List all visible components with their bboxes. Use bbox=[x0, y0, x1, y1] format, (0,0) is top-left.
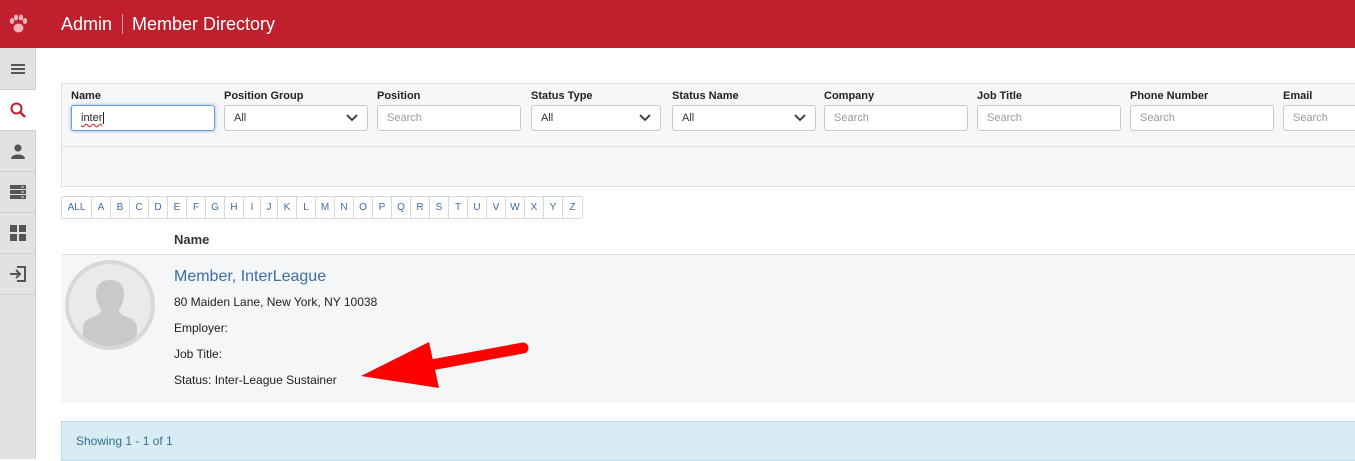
header-section[interactable]: Admin bbox=[61, 14, 112, 35]
letter-w[interactable]: W bbox=[506, 197, 525, 218]
position-label: Position bbox=[377, 90, 421, 102]
filter-job-title: Job Title Search bbox=[977, 90, 1121, 131]
company-input[interactable]: Search bbox=[824, 105, 968, 131]
member-status: Status: Inter-League Sustainer bbox=[174, 373, 337, 387]
position-group-select[interactable]: All bbox=[224, 105, 368, 131]
position-placeholder: Search bbox=[387, 112, 422, 124]
letter-h[interactable]: H bbox=[225, 197, 244, 218]
status-type-value: All bbox=[541, 112, 554, 124]
letter-k[interactable]: K bbox=[278, 197, 297, 218]
paw-logo-icon[interactable] bbox=[0, 0, 36, 48]
status-name-label: Status Name bbox=[672, 90, 739, 102]
letter-d[interactable]: D bbox=[149, 197, 168, 218]
sign-in-icon bbox=[10, 266, 26, 282]
top-header: Admin Member Directory bbox=[0, 0, 1355, 48]
search-icon bbox=[10, 102, 26, 118]
letter-p[interactable]: P bbox=[373, 197, 392, 218]
letter-e[interactable]: E bbox=[168, 197, 187, 218]
menu-icon bbox=[11, 63, 25, 74]
sidebar bbox=[0, 48, 36, 459]
name-input-value: inter bbox=[81, 112, 103, 124]
sidebar-item-dashboard[interactable] bbox=[0, 213, 36, 254]
avatar bbox=[65, 260, 155, 350]
job-title-label: Job Title bbox=[977, 90, 1023, 102]
member-name-link[interactable]: Member, InterLeague bbox=[174, 268, 326, 286]
letter-l[interactable]: L bbox=[297, 197, 316, 218]
letter-n[interactable]: N bbox=[335, 197, 354, 218]
sidebar-item-sign-in[interactable] bbox=[0, 254, 36, 295]
chevron-down-icon bbox=[346, 114, 358, 122]
user-icon bbox=[11, 144, 25, 159]
phone-number-input[interactable]: Search bbox=[1130, 105, 1274, 131]
name-column-header[interactable]: Name bbox=[174, 232, 209, 247]
letter-m[interactable]: M bbox=[316, 197, 335, 218]
member-address: 80 Maiden Lane, New York, NY 10038 bbox=[174, 295, 378, 309]
job-title-input[interactable]: Search bbox=[977, 105, 1121, 131]
letter-o[interactable]: O bbox=[354, 197, 373, 218]
company-label: Company bbox=[824, 90, 875, 102]
sidebar-item-search[interactable] bbox=[0, 90, 36, 131]
page-title: Member Directory bbox=[132, 13, 276, 34]
dashboard-icon bbox=[10, 225, 26, 241]
filter-company: Company Search bbox=[824, 90, 968, 131]
letter-x[interactable]: X bbox=[525, 197, 544, 218]
list-item: Member, InterLeague 80 Maiden Lane, New … bbox=[61, 255, 1355, 403]
letter-u[interactable]: U bbox=[468, 197, 487, 218]
filter-email: Email Search bbox=[1283, 90, 1355, 131]
default-avatar-icon bbox=[83, 280, 137, 346]
sidebar-item-server[interactable] bbox=[0, 172, 36, 213]
letter-q[interactable]: Q bbox=[392, 197, 411, 218]
sidebar-item-user[interactable] bbox=[0, 131, 36, 172]
letter-f[interactable]: F bbox=[187, 197, 206, 218]
filter-status-type: Status Type All bbox=[531, 90, 661, 131]
filter-name: Name inter bbox=[71, 90, 215, 131]
letter-g[interactable]: G bbox=[206, 197, 225, 218]
header-divider bbox=[122, 14, 124, 34]
email-input[interactable]: Search bbox=[1283, 105, 1355, 131]
filter-phone-number: Phone Number Search bbox=[1130, 90, 1274, 131]
filter-position-group: Position Group All bbox=[224, 90, 368, 131]
email-label: Email bbox=[1283, 90, 1313, 102]
letter-a[interactable]: A bbox=[92, 197, 111, 218]
status-type-select[interactable]: All bbox=[531, 105, 661, 131]
member-employer: Employer: bbox=[174, 321, 229, 335]
letter-r[interactable]: R bbox=[411, 197, 430, 218]
filter-panel: Name inter Position Group All Position S… bbox=[61, 83, 1355, 187]
chevron-down-icon bbox=[794, 114, 806, 122]
filter-status-name: Status Name All bbox=[672, 90, 816, 131]
letter-v[interactable]: V bbox=[487, 197, 506, 218]
chevron-down-icon bbox=[639, 114, 651, 122]
letter-i[interactable]: I bbox=[244, 197, 261, 218]
job-title-placeholder: Search bbox=[987, 112, 1022, 124]
letter-t[interactable]: T bbox=[449, 197, 468, 218]
showing-text: Showing 1 - 1 of 1 bbox=[76, 434, 173, 448]
letter-s[interactable]: S bbox=[430, 197, 449, 218]
email-placeholder: Search bbox=[1293, 112, 1328, 124]
server-icon bbox=[10, 185, 26, 199]
status-type-label: Status Type bbox=[531, 90, 593, 102]
member-job-title: Job Title: bbox=[174, 347, 223, 361]
position-input[interactable]: Search bbox=[377, 105, 521, 131]
phone-number-placeholder: Search bbox=[1140, 112, 1175, 124]
position-group-value: All bbox=[234, 112, 247, 124]
position-group-label: Position Group bbox=[224, 90, 304, 102]
sidebar-item-menu[interactable] bbox=[0, 48, 36, 90]
letter-c[interactable]: C bbox=[130, 197, 149, 218]
letter-z[interactable]: Z bbox=[563, 197, 582, 218]
status-name-select[interactable]: All bbox=[672, 105, 816, 131]
phone-number-label: Phone Number bbox=[1130, 90, 1209, 102]
red-arrow-annotation bbox=[361, 342, 529, 388]
status-name-value: All bbox=[682, 112, 695, 124]
name-input[interactable]: inter bbox=[71, 105, 215, 131]
letter-all[interactable]: ALL bbox=[62, 197, 92, 218]
filter-position: Position Search bbox=[377, 90, 521, 131]
company-placeholder: Search bbox=[834, 112, 869, 124]
letter-j[interactable]: J bbox=[261, 197, 278, 218]
showing-count: Showing 1 - 1 of 1 bbox=[61, 421, 1355, 461]
alphabet-filter: ALL A B C D E F G H I J K L M N O P Q R S T U V W X Y Z bbox=[61, 196, 583, 219]
letter-y[interactable]: Y bbox=[544, 197, 563, 218]
name-label: Name bbox=[71, 90, 101, 102]
letter-b[interactable]: B bbox=[111, 197, 130, 218]
